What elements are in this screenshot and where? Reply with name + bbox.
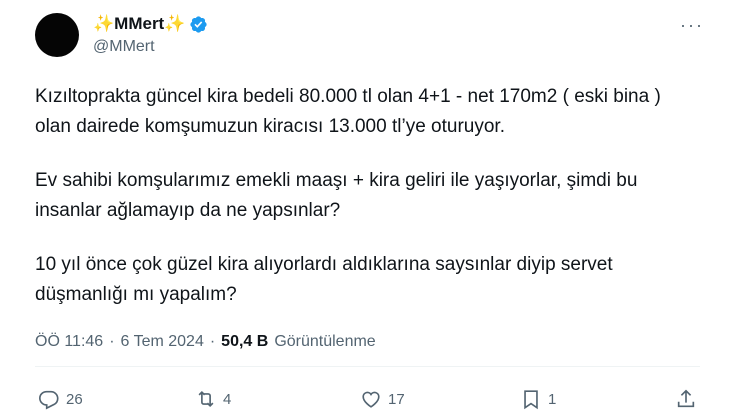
share-button[interactable] — [675, 388, 697, 410]
repost-button[interactable]: 4 — [195, 388, 231, 410]
reply-count: 26 — [66, 390, 83, 408]
tweet-body: Kızıltoprakta güncel kira bedeli 80.000 … — [35, 82, 695, 334]
tweet-paragraph: Kızıltoprakta güncel kira bedeli 80.000 … — [35, 86, 661, 137]
repost-count: 4 — [223, 390, 232, 408]
bookmark-button[interactable]: 1 — [520, 388, 556, 410]
tweet-paragraph: 10 yıl önce çok güzel kira alıyorlardı a… — [35, 254, 613, 305]
views-label: Görüntülenme — [274, 333, 376, 350]
meta-separator: · — [109, 333, 115, 350]
verified-badge-icon — [190, 15, 208, 33]
views-count: 50,4 B — [221, 333, 269, 350]
tweet-time[interactable]: ÖÖ 11:46 — [35, 333, 103, 351]
avatar[interactable] — [35, 13, 79, 57]
tweet-meta: ÖÖ 11:46 · 6 Tem 2024 · 50,4 B Görüntüle… — [35, 333, 376, 351]
like-count: 17 — [388, 390, 405, 408]
share-icon — [677, 389, 695, 408]
action-bar: 26 4 17 1 — [35, 388, 700, 418]
divider — [35, 366, 700, 367]
like-button[interactable]: 17 — [360, 388, 405, 410]
bookmark-icon — [524, 390, 538, 410]
meta-separator: · — [209, 333, 216, 350]
repost-icon — [198, 390, 214, 408]
author-display-name[interactable]: ✨MMert✨ — [93, 14, 185, 34]
heart-icon — [362, 391, 380, 408]
bookmark-count: 1 — [548, 390, 557, 408]
tweet-date[interactable]: 6 Tem 2024 — [121, 333, 204, 351]
reply-button[interactable]: 26 — [38, 388, 83, 410]
tweet-paragraph: Ev sahibi komşularımız emekli maaşı + ki… — [35, 170, 638, 221]
author-name-row[interactable]: ✨MMert✨ — [93, 14, 208, 34]
author-handle[interactable]: @MMert — [93, 38, 155, 56]
reply-icon — [39, 390, 59, 410]
more-options-icon[interactable]: ··· — [680, 16, 704, 34]
